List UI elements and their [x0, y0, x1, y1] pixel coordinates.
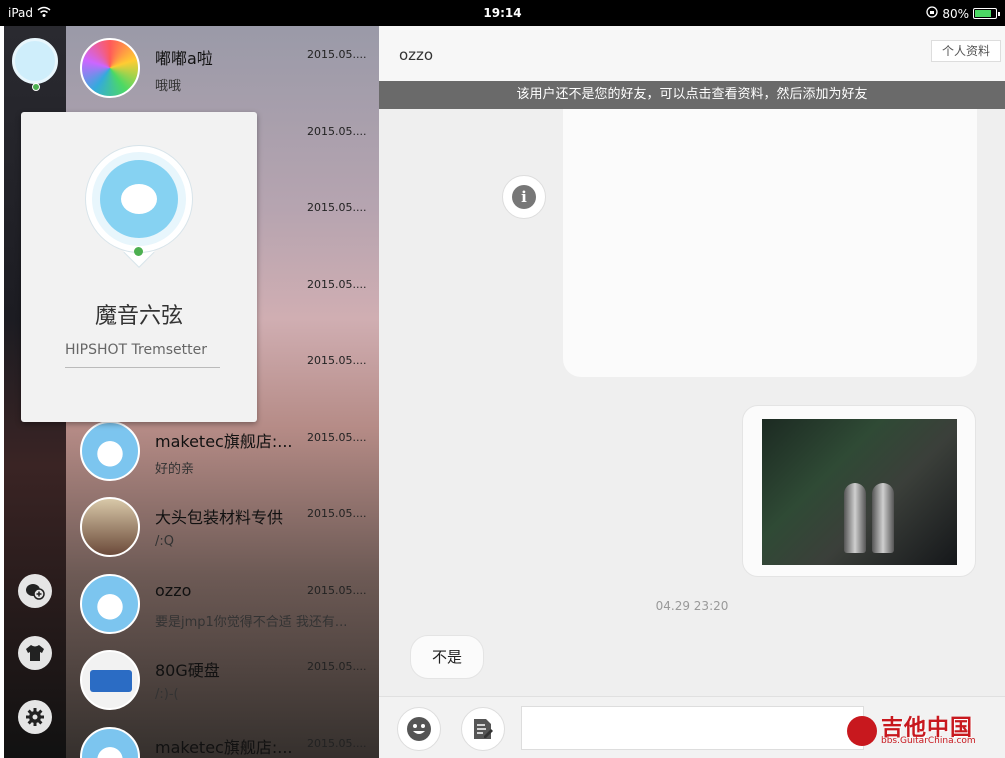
- profile-popup: 魔音六弦 HIPSHOT Tremsetter: [21, 112, 257, 422]
- emoji-icon[interactable]: [397, 707, 441, 751]
- watermark-logo: 吉他中国 bbs.GuitarChina.com: [847, 710, 997, 750]
- contact-name: ozzo: [155, 580, 192, 600]
- image-message-bubble[interactable]: [742, 405, 976, 577]
- clock: 19:14: [483, 6, 522, 20]
- last-message: /:Q: [155, 534, 174, 549]
- conversation-date: 2015.05....: [307, 124, 367, 138]
- contact-avatar: [80, 420, 140, 481]
- my-avatar[interactable]: [12, 38, 58, 91]
- battery-percent: 80%: [942, 6, 969, 21]
- chat-title: ozzo: [399, 46, 434, 64]
- profile-button[interactable]: 个人资料: [931, 40, 1001, 62]
- incoming-message: 不是: [410, 635, 484, 679]
- conversation-row[interactable]: 大头包装材料专供 2015.05.... /:Q: [66, 489, 379, 565]
- popup-avatar[interactable]: [86, 146, 192, 252]
- shirt-icon[interactable]: [18, 636, 52, 670]
- conversation-date: 2015.05....: [307, 48, 367, 61]
- conversation-row[interactable]: 80G硬盘 2015.05.... /:)-(: [66, 642, 379, 718]
- conversation-date: 2015.05....: [307, 736, 367, 750]
- last-message: 要是jmp1你觉得不合适 我还有...: [155, 614, 348, 630]
- contact-avatar: [80, 497, 140, 557]
- conversation-date: 2015.05....: [307, 430, 367, 444]
- contact-name: maketec旗舰店:...: [155, 431, 293, 451]
- conversation-row[interactable]: 嘟嘟a啦 2015.05.... 哦哦: [66, 30, 379, 106]
- orientation-lock-icon: [926, 6, 938, 21]
- contact-name: 80G硬盘: [155, 661, 220, 680]
- online-status-icon: [32, 83, 40, 91]
- conversation-date: 2015.05....: [307, 507, 367, 520]
- popup-username: 魔音六弦: [94, 304, 183, 329]
- contact-avatar: [80, 38, 140, 98]
- message-input[interactable]: [521, 706, 864, 750]
- conversation-row[interactable]: maketec旗舰店:... 2015.05.... 好的亲: [66, 413, 379, 489]
- message-bubble: [563, 109, 977, 377]
- gear-icon[interactable]: [18, 700, 52, 734]
- conversation-date: 2015.05....: [307, 660, 367, 673]
- conversation-date: 2015.05....: [307, 277, 367, 291]
- online-status-icon: [134, 247, 143, 256]
- add-chat-icon[interactable]: [18, 574, 52, 608]
- chat-pane: ozzo 个人资料 该用户还不是您的好友，可以点击查看资料，然后添加为好友 i …: [379, 26, 1005, 758]
- contact-avatar: [80, 726, 140, 758]
- contact-name: 大头包装材料专供: [155, 508, 284, 527]
- conversation-row[interactable]: ozzo 2015.05.... 要是jmp1你觉得不合适 我还有...: [66, 566, 379, 642]
- conversation-date: 2015.05....: [307, 583, 367, 597]
- signature-field[interactable]: HIPSHOT Tremsetter: [65, 342, 220, 368]
- photo[interactable]: [762, 419, 957, 565]
- battery-icon: [973, 8, 1000, 19]
- contact-name: 嘟嘟a啦: [155, 49, 213, 68]
- conversation-row[interactable]: maketec旗舰店:... 2015.05....: [66, 719, 379, 758]
- last-message: 哦哦: [155, 79, 182, 94]
- contact-avatar: [80, 573, 140, 634]
- contact-avatar: [80, 650, 140, 710]
- chat-header: ozzo 个人资料: [379, 26, 1005, 81]
- compose-icon[interactable]: [461, 707, 505, 751]
- last-message: /:)-(: [155, 687, 179, 702]
- contact-name: maketec旗舰店:...: [155, 737, 293, 757]
- conversation-date: 2015.05....: [307, 201, 367, 214]
- info-icon[interactable]: i: [502, 175, 546, 219]
- last-message: 好的亲: [155, 461, 195, 477]
- conversation-date: 2015.05....: [307, 354, 367, 367]
- status-bar: iPad 19:14 80%: [0, 0, 1005, 26]
- message-timestamp: 04.29 23:20: [655, 599, 729, 613]
- friend-notice[interactable]: 该用户还不是您的好友，可以点击查看资料，然后添加为好友: [379, 81, 1005, 109]
